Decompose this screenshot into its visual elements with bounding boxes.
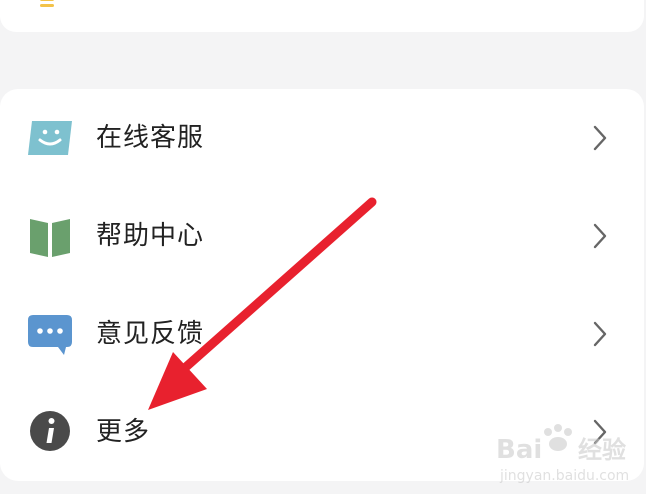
baidu-watermark: Bai 经验 jingyan.baidu.com <box>496 424 629 484</box>
menu-item-feedback[interactable]: 意见反馈 <box>0 285 644 383</box>
menu-item-label: 意见反馈 <box>96 319 205 349</box>
customer-service-smile-icon <box>28 121 72 155</box>
watermark-url: jingyan.baidu.com <box>499 468 629 484</box>
menu-lines-icon <box>40 0 54 7</box>
menu-item-label: 帮助中心 <box>96 221 205 251</box>
help-book-icon <box>30 219 70 257</box>
watermark-brand: Bai <box>496 435 542 465</box>
feedback-chat-bubble-icon <box>28 315 72 355</box>
chevron-right-icon <box>593 223 607 249</box>
chevron-right-icon <box>593 125 607 151</box>
info-icon <box>30 411 70 451</box>
menu-item-label: 在线客服 <box>96 123 205 153</box>
watermark-brand-suffix: 经验 <box>578 436 626 464</box>
menu-item-online-service[interactable]: 在线客服 <box>0 89 644 187</box>
chevron-right-icon <box>593 321 607 347</box>
menu-item-help-center[interactable]: 帮助中心 <box>0 187 644 285</box>
menu-item-label: 更多 <box>96 417 151 447</box>
previous-card <box>0 0 644 32</box>
